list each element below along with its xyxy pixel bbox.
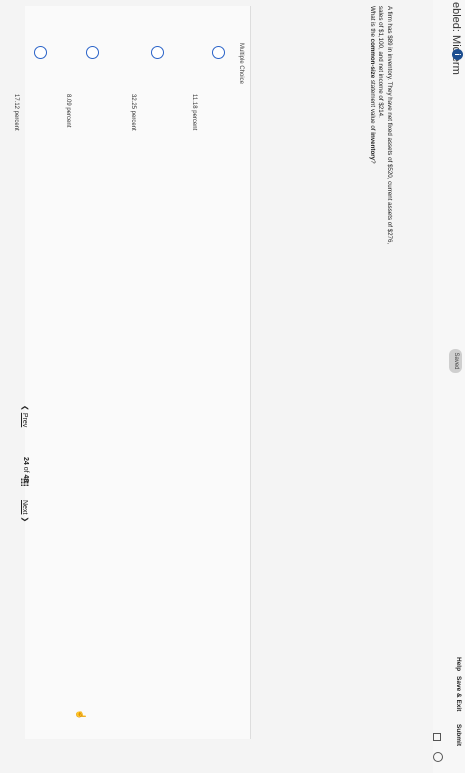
moon-icon[interactable] (433, 752, 443, 762)
question-line-1: A firm has $89 in inventory. They have n… (386, 6, 393, 245)
radio-button[interactable] (151, 46, 164, 59)
info-icon[interactable]: i (452, 49, 463, 60)
submit-button[interactable]: Submit (455, 724, 462, 746)
option-label: 11.18 percent (191, 94, 197, 131)
help-button[interactable]: Help (455, 657, 462, 671)
prev-button[interactable]: ❮ Prev (21, 405, 29, 427)
screen: ebled: Midterm i Saved Help Save & Exit … (0, 0, 465, 773)
inventory-bold: inventory (369, 132, 376, 161)
answer-panel: Multiple Choice 11.18 percent 32.25 perc… (13, 6, 251, 739)
option-label: 8.09 percent (65, 94, 71, 128)
bookmark-icon[interactable] (433, 733, 441, 741)
cursor-icon: ☝ (76, 709, 86, 721)
question-text: A firm has $89 in inventory. They have n… (368, 6, 393, 406)
question-line-2: sales of $1,100, and net income of $214. (377, 6, 385, 118)
page-title: ebled: Midterm (450, 2, 462, 75)
option-label: 32.25 percent (130, 94, 136, 131)
saved-badge: Saved (449, 349, 462, 373)
multiple-choice-label: Multiple Choice (238, 43, 244, 85)
radio-button[interactable] (212, 46, 225, 59)
common-size-bold: common-size (369, 38, 376, 79)
grid-icon[interactable] (21, 478, 29, 486)
next-button[interactable]: Next ❯ (21, 500, 29, 522)
option-label: 17.12 percent (13, 94, 19, 131)
top-bar: ebled: Midterm i Saved Help Save & Exit … (433, 0, 465, 773)
page: ebled: Midterm i Saved Help Save & Exit … (0, 0, 465, 773)
radio-button[interactable] (86, 46, 99, 59)
question-line-3: What is the common-size statement value … (369, 6, 376, 164)
save-exit-button[interactable]: Save & Exit (455, 676, 462, 711)
radio-button[interactable] (34, 46, 47, 59)
